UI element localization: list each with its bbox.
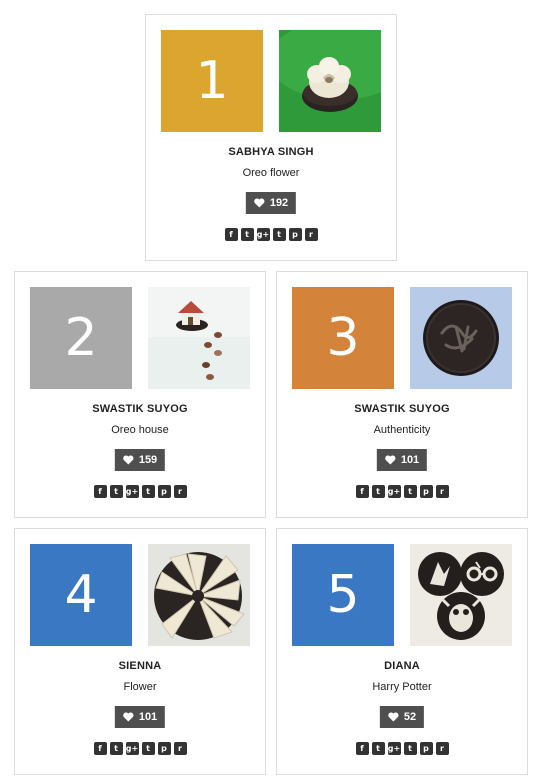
google-plus-icon[interactable]: g+ bbox=[125, 742, 139, 755]
entry-author: DIANA bbox=[384, 660, 420, 672]
entry-title: Authenticity bbox=[373, 424, 431, 436]
like-count: 192 bbox=[269, 197, 289, 209]
tumblr-icon[interactable]: t bbox=[141, 742, 155, 755]
twitter-icon[interactable]: t bbox=[109, 485, 123, 498]
google-plus-icon[interactable]: g+ bbox=[387, 742, 401, 755]
like-count: 52 bbox=[403, 711, 417, 723]
reddit-icon[interactable]: r bbox=[435, 742, 449, 755]
entry-photo-flower[interactable] bbox=[148, 544, 250, 646]
like-button[interactable]: 192 bbox=[245, 192, 297, 214]
entry-author: SABHYA SINGH bbox=[228, 146, 314, 158]
pinterest-icon[interactable]: p bbox=[419, 742, 433, 755]
entry-card-3: 3 SWASTIK SUYOG Authenticity 101 f t g+ … bbox=[276, 271, 528, 518]
entry-card-4: 4 SIENNA Flower 101 f t g+ t p r bbox=[14, 528, 266, 775]
pinterest-icon[interactable]: p bbox=[419, 485, 433, 498]
facebook-icon[interactable]: f bbox=[93, 742, 107, 755]
rank-badge: 4 bbox=[30, 544, 132, 646]
entry-card-2: 2 SWASTIK SUYOG Oreo house 159 f t g+ t … bbox=[14, 271, 266, 518]
rank-badge: 5 bbox=[292, 544, 394, 646]
like-count: 101 bbox=[138, 711, 158, 723]
share-bar: f t g+ t p r bbox=[277, 742, 527, 755]
heart-icon bbox=[385, 455, 396, 465]
google-plus-icon[interactable]: g+ bbox=[256, 228, 270, 241]
heart-icon bbox=[123, 712, 134, 722]
twitter-icon[interactable]: t bbox=[240, 228, 254, 241]
google-plus-icon[interactable]: g+ bbox=[387, 485, 401, 498]
entry-card-5: 5 DIANA Harry Potter 52 f t g+ t p r bbox=[276, 528, 528, 775]
heart-icon bbox=[254, 198, 265, 208]
reddit-icon[interactable]: r bbox=[173, 485, 187, 498]
entry-photo-oreo-flower[interactable] bbox=[279, 30, 381, 132]
reddit-icon[interactable]: r bbox=[173, 742, 187, 755]
like-count: 159 bbox=[138, 454, 158, 466]
entry-title: Flower bbox=[123, 681, 157, 693]
heart-icon bbox=[123, 455, 134, 465]
entry-photo-oreo-house[interactable] bbox=[148, 287, 250, 389]
like-button[interactable]: 101 bbox=[376, 449, 428, 471]
entry-author: SIENNA bbox=[118, 660, 162, 672]
entry-author: SWASTIK SUYOG bbox=[354, 403, 450, 415]
entry-photo-harry-potter[interactable] bbox=[410, 544, 512, 646]
pinterest-icon[interactable]: p bbox=[157, 742, 171, 755]
tumblr-icon[interactable]: t bbox=[403, 485, 417, 498]
tumblr-icon[interactable]: t bbox=[272, 228, 286, 241]
entry-title: Oreo flower bbox=[242, 167, 300, 179]
like-button[interactable]: 52 bbox=[379, 706, 425, 728]
pinterest-icon[interactable]: p bbox=[157, 485, 171, 498]
twitter-icon[interactable]: t bbox=[371, 485, 385, 498]
share-bar: f t g+ t p r bbox=[277, 485, 527, 498]
share-bar: f t g+ t p r bbox=[146, 228, 396, 241]
entry-photo-authenticity[interactable] bbox=[410, 287, 512, 389]
entry-title: Oreo house bbox=[111, 424, 169, 436]
facebook-icon[interactable]: f bbox=[355, 485, 369, 498]
tumblr-icon[interactable]: t bbox=[141, 485, 155, 498]
like-button[interactable]: 101 bbox=[114, 706, 166, 728]
entry-title: Harry Potter bbox=[372, 681, 432, 693]
twitter-icon[interactable]: t bbox=[109, 742, 123, 755]
reddit-icon[interactable]: r bbox=[304, 228, 318, 241]
share-bar: f t g+ t p r bbox=[15, 742, 265, 755]
reddit-icon[interactable]: r bbox=[435, 485, 449, 498]
share-bar: f t g+ t p r bbox=[15, 485, 265, 498]
rank-badge: 2 bbox=[30, 287, 132, 389]
pinterest-icon[interactable]: p bbox=[288, 228, 302, 241]
facebook-icon[interactable]: f bbox=[355, 742, 369, 755]
facebook-icon[interactable]: f bbox=[224, 228, 238, 241]
rank-badge: 1 bbox=[161, 30, 263, 132]
entry-card-1: 1 SABHYA SINGH Oreo flower 192 f t g+ t … bbox=[145, 14, 397, 261]
twitter-icon[interactable]: t bbox=[371, 742, 385, 755]
like-button[interactable]: 159 bbox=[114, 449, 166, 471]
like-count: 101 bbox=[400, 454, 420, 466]
heart-icon bbox=[388, 712, 399, 722]
entry-author: SWASTIK SUYOG bbox=[92, 403, 188, 415]
facebook-icon[interactable]: f bbox=[93, 485, 107, 498]
google-plus-icon[interactable]: g+ bbox=[125, 485, 139, 498]
tumblr-icon[interactable]: t bbox=[403, 742, 417, 755]
rank-badge: 3 bbox=[292, 287, 394, 389]
